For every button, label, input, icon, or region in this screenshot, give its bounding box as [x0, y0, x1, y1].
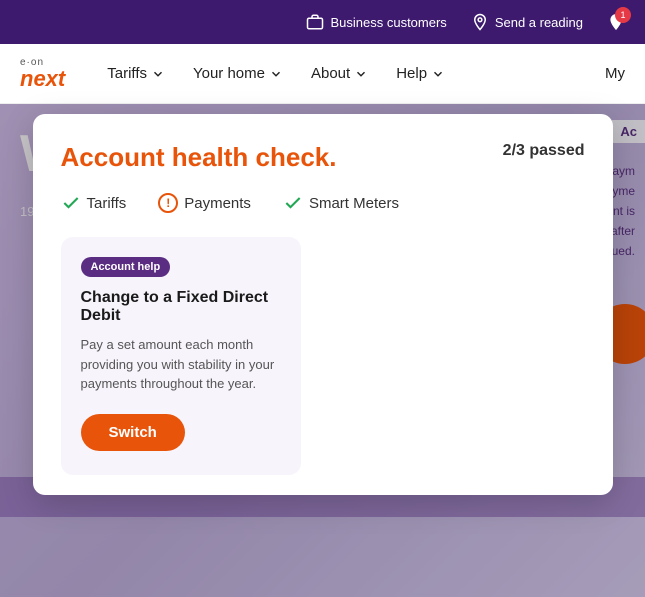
tariffs-chevron-icon	[151, 67, 165, 81]
check-tariffs: Tariffs	[61, 193, 127, 213]
business-customers-link[interactable]: Business customers	[306, 13, 446, 31]
payments-warn-icon: !	[158, 193, 178, 213]
notifications-button[interactable]: 1	[607, 13, 625, 31]
send-reading-link[interactable]: Send a reading	[471, 13, 583, 31]
payments-check-label: Payments	[184, 195, 251, 212]
check-smart-meters: Smart Meters	[283, 193, 399, 213]
smart-meters-check-icon	[283, 193, 303, 213]
send-reading-label: Send a reading	[495, 15, 583, 30]
modal-overlay: Account health check. 2/3 passed Tariffs…	[0, 104, 645, 597]
account-help-card: Account help Change to a Fixed Direct De…	[61, 237, 301, 475]
top-bar: Business customers Send a reading 1	[0, 0, 645, 44]
check-payments: ! Payments	[158, 193, 251, 213]
nav-about[interactable]: About	[299, 57, 380, 90]
your-home-chevron-icon	[269, 67, 283, 81]
logo: e·on next	[20, 58, 65, 90]
nav-items: Tariffs Your home About Help My	[95, 57, 625, 90]
nav-help[interactable]: Help	[384, 57, 457, 90]
modal-title: Account health check.	[61, 142, 337, 173]
checks-row: Tariffs ! Payments Smart Meters	[61, 193, 585, 213]
logo-next: next	[20, 68, 65, 90]
tariffs-check-label: Tariffs	[87, 195, 127, 212]
nav-my[interactable]: My	[605, 65, 625, 82]
nav-tariffs[interactable]: Tariffs	[95, 57, 177, 90]
about-chevron-icon	[354, 67, 368, 81]
card-tag: Account help	[81, 257, 171, 277]
health-check-modal: Account health check. 2/3 passed Tariffs…	[33, 114, 613, 495]
notification-count: 1	[615, 7, 631, 23]
switch-button[interactable]: Switch	[81, 414, 185, 451]
help-chevron-icon	[431, 67, 445, 81]
nav-bar: e·on next Tariffs Your home About Help M…	[0, 44, 645, 104]
business-label: Business customers	[330, 15, 446, 30]
smart-meters-check-label: Smart Meters	[309, 195, 399, 212]
tariffs-check-icon	[61, 193, 81, 213]
card-description: Pay a set amount each month providing yo…	[81, 335, 281, 394]
modal-header: Account health check. 2/3 passed	[61, 142, 585, 173]
passed-badge: 2/3 passed	[503, 142, 585, 160]
nav-your-home[interactable]: Your home	[181, 57, 295, 90]
card-title: Change to a Fixed Direct Debit	[81, 289, 281, 325]
